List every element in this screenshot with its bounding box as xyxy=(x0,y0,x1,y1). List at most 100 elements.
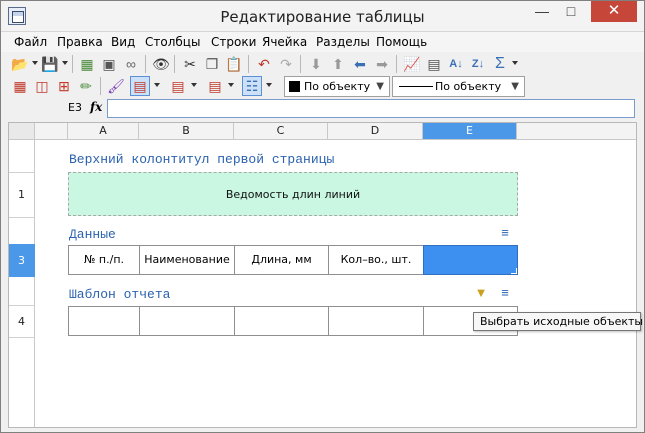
data-cell-b3[interactable]: Наименование xyxy=(139,245,235,275)
open-dropdown-icon[interactable] xyxy=(32,61,38,65)
line-style-select[interactable]: По объекту ▼ xyxy=(392,76,525,97)
menu-columns[interactable]: Столбцы xyxy=(145,35,200,49)
line-style-value: По объекту xyxy=(435,80,502,93)
toolbar-separator xyxy=(396,55,397,73)
toolbar-separator xyxy=(248,55,249,73)
template-cell-a4[interactable] xyxy=(68,306,140,336)
template-section-title: Шаблон отчета xyxy=(69,287,171,302)
data-cell-a3[interactable]: № п./п. xyxy=(68,245,140,275)
page-header-cell[interactable]: Ведомость длин линий xyxy=(68,172,518,216)
black-swatch-icon xyxy=(289,81,300,92)
undo-icon[interactable]: ↶ xyxy=(254,54,274,74)
border-color-dropdown-icon[interactable] xyxy=(228,83,234,87)
column-header-e[interactable]: E xyxy=(423,123,517,140)
sum-icon[interactable]: Σ xyxy=(490,54,510,74)
cell-props-icon[interactable]: ✏ xyxy=(76,76,96,96)
menu-bar: Файл Правка Вид Столбцы Строки Ячейка Ра… xyxy=(0,32,645,52)
menu-file[interactable]: Файл xyxy=(14,35,47,49)
open-folder-icon[interactable]: 📂 xyxy=(10,54,30,74)
chevron-down-icon: ▼ xyxy=(511,81,519,92)
sum-dropdown-icon[interactable] xyxy=(512,61,518,65)
save-dropdown-icon[interactable] xyxy=(62,61,68,65)
section-settings-icon[interactable]: ≡ xyxy=(497,285,513,301)
insert-row-icon[interactable]: ▦ xyxy=(10,76,30,96)
table-grid[interactable]: A B C D E 1 3 4 Верхний колонтитул перво… xyxy=(8,122,637,428)
chart-icon[interactable]: 📈 xyxy=(402,54,422,74)
column-header-blank xyxy=(35,123,68,140)
data-section-title: Данные xyxy=(69,227,116,242)
format-toolbar: ▦ ◫ ⊞ ✏ 🖌 ▤ ▤ ▤ ☷ По объекту ▼ По объект… xyxy=(0,74,645,98)
menu-cell[interactable]: Ячейка xyxy=(262,35,307,49)
link-icon[interactable]: ∞ xyxy=(121,54,141,74)
fx-icon[interactable]: fx xyxy=(90,100,102,114)
select-objects-filter-icon[interactable]: ▼ xyxy=(473,285,489,301)
border-line-icon[interactable]: ▤ xyxy=(168,76,188,96)
main-toolbar: 📂 💾 ▦ ▣ ∞ 👁 ✂ ❐ 📋 ↶ ↷ ⬇ ⬆ ⬅ ➡ 📈 ▤ A↓ Z↓ … xyxy=(0,52,645,76)
save-icon[interactable]: 💾 xyxy=(40,54,60,74)
title-bar: Редактирование таблицы — □ ✕ xyxy=(0,0,645,32)
toolbar-separator xyxy=(145,55,146,73)
maximize-button[interactable]: □ xyxy=(557,0,585,22)
column-header-c[interactable]: C xyxy=(234,123,328,140)
border-style-dropdown-icon[interactable] xyxy=(154,83,160,87)
menu-sections[interactable]: Разделы xyxy=(316,35,370,49)
grid-lines-dropdown-icon[interactable] xyxy=(266,83,272,87)
move-left-icon[interactable]: ⬅ xyxy=(350,54,370,74)
select-all-corner[interactable] xyxy=(9,123,35,140)
row-header-4[interactable]: 4 xyxy=(9,305,35,338)
template-cell-d4[interactable] xyxy=(328,306,424,336)
paste-icon[interactable]: 📋 xyxy=(224,54,244,74)
section-settings-icon[interactable]: ≡ xyxy=(497,225,513,241)
move-right-icon[interactable]: ➡ xyxy=(372,54,392,74)
eye-icon[interactable]: 👁 xyxy=(151,54,171,74)
line-sample xyxy=(399,86,433,87)
report-icon[interactable]: ▤ xyxy=(424,54,444,74)
cell-reference: E3 xyxy=(68,101,82,114)
sort-za-icon[interactable]: Z↓ xyxy=(468,54,488,74)
move-down-icon[interactable]: ⬇ xyxy=(306,54,326,74)
menu-view[interactable]: Вид xyxy=(111,35,135,49)
menu-edit[interactable]: Правка xyxy=(57,35,103,49)
grid-lines-icon[interactable]: ☷ xyxy=(242,76,262,96)
minimize-button[interactable]: — xyxy=(528,0,556,22)
copy-icon[interactable]: ❐ xyxy=(202,54,222,74)
data-cell-e3-selected[interactable] xyxy=(423,245,518,275)
chevron-down-icon: ▼ xyxy=(376,81,384,92)
border-color-icon[interactable]: ▤ xyxy=(205,76,225,96)
data-cell-d3[interactable]: Кол–во., шт. xyxy=(328,245,424,275)
toolbar-separator xyxy=(300,55,301,73)
redo-icon[interactable]: ↷ xyxy=(276,54,296,74)
cut-icon[interactable]: ✂ xyxy=(180,54,200,74)
border-style-icon[interactable]: ▤ xyxy=(130,76,150,96)
merge-cells-icon[interactable]: ⊞ xyxy=(54,76,74,96)
data-cell-c3[interactable]: Длина, мм xyxy=(234,245,329,275)
fill-color-select[interactable]: По объекту ▼ xyxy=(284,76,390,97)
formula-bar: E3 fx xyxy=(0,98,645,120)
table-props-icon[interactable]: ▦ xyxy=(77,54,97,74)
column-header-a[interactable]: A xyxy=(68,123,139,140)
menu-rows[interactable]: Строки xyxy=(211,35,256,49)
toolbar-separator xyxy=(174,55,175,73)
row-header-1[interactable]: 1 xyxy=(9,172,35,218)
template-cell-b4[interactable] xyxy=(139,306,235,336)
template-cell-c4[interactable] xyxy=(234,306,329,336)
page-header-content: Ведомость длин линий xyxy=(225,188,361,201)
row-header-3[interactable]: 3 xyxy=(9,244,35,277)
toolbar-separator xyxy=(72,55,73,73)
tooltip: Выбрать исходные объекты xyxy=(473,312,643,331)
move-up-icon[interactable]: ⬆ xyxy=(328,54,348,74)
menu-help[interactable]: Помощь xyxy=(376,35,427,49)
sort-az-icon[interactable]: A↓ xyxy=(446,54,466,74)
fill-color-value: По объекту xyxy=(304,80,371,93)
page-setup-icon[interactable]: ▣ xyxy=(99,54,119,74)
toolbar-separator xyxy=(100,77,101,95)
column-header-d[interactable]: D xyxy=(328,123,423,140)
close-button[interactable]: ✕ xyxy=(591,0,637,22)
column-header-b[interactable]: B xyxy=(139,123,234,140)
format-painter-icon[interactable]: 🖌 xyxy=(106,76,126,96)
column-header-filler xyxy=(517,123,636,140)
page-header-section-title: Верхний колонтитул первой страницы xyxy=(69,152,335,167)
formula-input[interactable] xyxy=(107,99,635,118)
insert-column-icon[interactable]: ◫ xyxy=(32,76,52,96)
border-line-dropdown-icon[interactable] xyxy=(191,83,197,87)
